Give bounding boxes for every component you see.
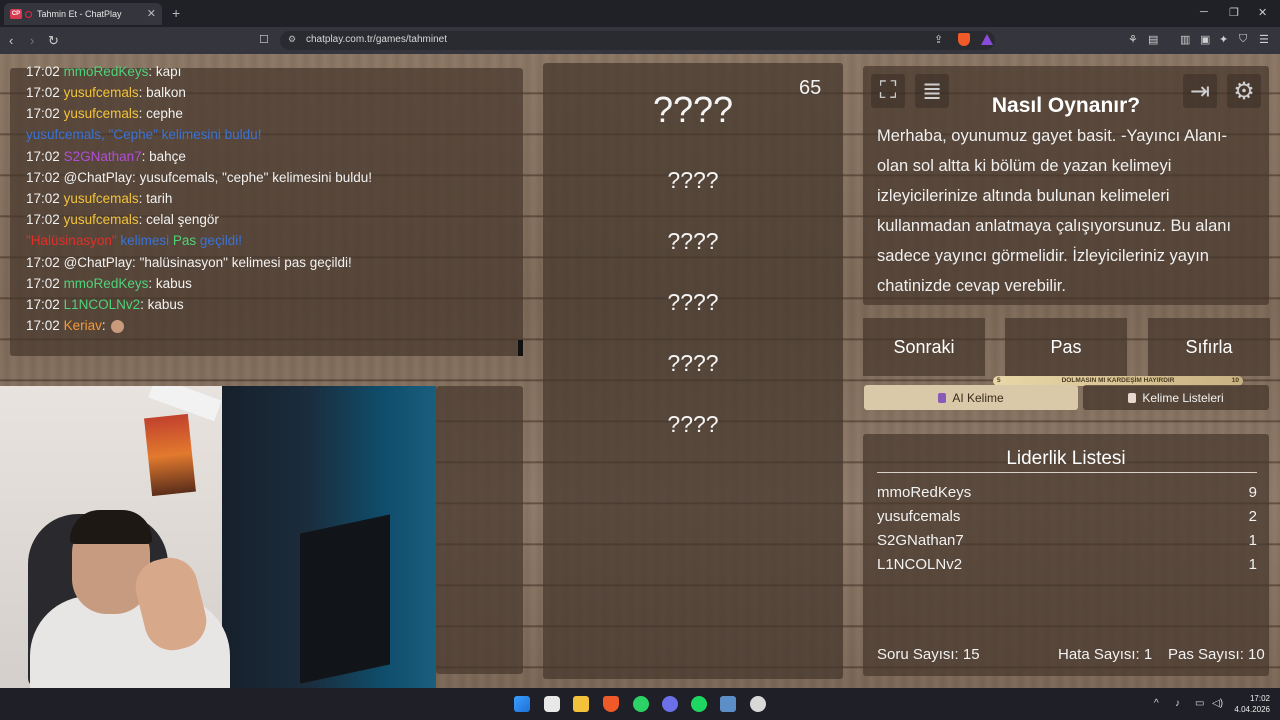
leaderboard-row: mmoRedKeys 9 [877,484,1257,501]
pass-button[interactable]: Pas [1005,318,1127,376]
browser-tab-bar: CP Tahmin Et - ChatPlay ✕ + ─ ❐ ✕ [0,0,1280,27]
leaderboard-row: S2GNathan7 1 [877,532,1257,549]
wallet-icon[interactable]: ▣ [1200,33,1210,46]
system-found-message: yusufcemals, "Cephe" kelimesini buldu! [26,127,262,142]
whatsapp-icon[interactable] [633,696,649,712]
start-icon[interactable] [514,696,530,712]
word-lists-button[interactable]: Kelime Listeleri [1083,385,1269,410]
url-field[interactable]: ⚙ chatplay.com.tr/games/tahminet [280,31,995,50]
share-icon[interactable]: ⇪ [934,33,943,46]
volume-icon[interactable]: ◁) [1212,698,1223,709]
brave-rewards-icon[interactable] [981,34,993,45]
webcam-overlay [0,386,436,688]
recording-icon [25,10,32,18]
system-clock[interactable]: 17:02 4.04.2026 [1230,693,1270,715]
list-icon [1128,392,1137,403]
system-pass-message: "Halüsinasyon" kelimesi Pas geçildi! [26,233,242,248]
error-count: Hata Sayısı: 1 [1058,646,1153,663]
how-to-play-title: Nasıl Oynanır? [991,94,1141,117]
microphone-icon[interactable]: ♪ [1175,698,1180,709]
main-word: ???? [652,89,734,130]
chat-message: 17:02 yusufcemals: balkon [26,85,186,100]
file-explorer-icon[interactable] [573,696,589,712]
chat-message: 17:02 mmoRedKeys: kabus [26,276,192,291]
close-window-icon[interactable]: ✕ [1258,6,1267,19]
leaderboard-panel: Liderlik Listesi mmoRedKeys 9 yusufcemals… [863,434,1269,676]
forbidden-word: ???? [667,289,719,315]
discord-icon[interactable] [662,696,678,712]
forbidden-word: ???? [667,350,719,376]
reload-icon[interactable]: ↻ [48,33,59,49]
divider [877,472,1257,473]
bookmark-icon[interactable]: ☐ [259,33,269,46]
monitor [300,514,390,684]
brave-shield-icon[interactable] [958,33,970,46]
ai-word-button[interactable]: AI Kelime [864,385,1078,410]
chat-message: 17:02 mmoRedKeys: kapı [26,64,182,79]
site-info-icon[interactable]: ⚙ [288,34,296,45]
chat-message: 17:02 yusufcemals: cephe [26,106,183,121]
chat-message: 17:02 L1NCOLNv2: kabus [26,297,184,312]
obs-icon[interactable] [750,696,766,712]
banner-text: DOLMASIN MI KARDEŞİM HAYIRDIR [1061,377,1175,384]
chat-scrollbar[interactable] [518,340,523,356]
chat-message: 17:02 @ChatPlay: yusufcemals, "cephe" ke… [26,170,373,185]
painting [144,413,196,497]
forbidden-word: ???? [667,228,719,254]
streamer-hair [70,510,152,544]
how-to-play-panel: ⛶ ≣ ⇥ ⚙ Nasıl Oynanır? Merhaba, oyunumuz… [863,66,1269,305]
leaderboard-title: Liderlik Listesi [1006,448,1126,469]
back-icon[interactable]: ‹ [9,33,13,48]
chat-message: 17:02 yusufcemals: celal şengör [26,212,219,227]
url-text: chatplay.com.tr/games/tahminet [306,34,447,45]
question-count: Soru Sayısı: 15 [877,646,980,663]
chat-message: 17:02 Keriav: [26,318,125,333]
chat-message: 17:02 S2GNathan7: bahçe [26,149,186,164]
maximize-icon[interactable]: ❐ [1229,6,1239,19]
minimize-icon[interactable]: ─ [1200,6,1208,18]
next-button[interactable]: Sonraki [863,318,985,376]
menu-icon[interactable]: ☰ [1259,33,1269,46]
forbidden-word: ???? [667,167,719,193]
streamer-area-panel [436,386,523,674]
how-to-play-text: Merhaba, oyunumuz gayet basit. -Yayıncı … [877,127,1232,295]
brave-browser-icon[interactable] [603,696,619,712]
pass-count: Pas Sayısı: 10 [1168,646,1265,663]
spotify-icon[interactable] [691,696,707,712]
chat-message: 17:02 @ChatPlay: "halüsinasyon" kelimesi… [26,255,352,270]
browser-tab[interactable]: CP Tahmin Et - ChatPlay ✕ [4,3,162,25]
sidebar-icon[interactable]: ▥ [1180,33,1190,46]
windows-taskbar: ^ ♪ ▭ ◁) 17:02 4.04.2026 [0,688,1280,720]
vpn-icon[interactable]: ⛉ [1239,33,1247,46]
address-bar-row: ‹ › ↻ ☐ ⚙ chatplay.com.tr/games/tahminet… [0,27,1280,54]
reset-button[interactable]: Sıfırla [1148,318,1270,376]
leaderboard-row: L1NCOLNv2 1 [877,556,1257,573]
new-tab-icon[interactable]: + [172,5,180,21]
app-icon[interactable] [544,696,560,712]
chat-message: 17:02 yusufcemals: tarih [26,191,173,206]
display-icon[interactable]: ▭ [1195,698,1204,709]
tray-chevron-icon[interactable]: ^ [1154,698,1159,709]
media-icon[interactable]: ▤ [1148,33,1158,46]
tab-title: Tahmin Et - ChatPlay [37,9,122,19]
leo-icon[interactable]: ✦ [1219,33,1228,46]
close-tab-icon[interactable]: ✕ [147,7,156,20]
word-panel: 65 ???? ???? ???? ???? ???? ???? [543,63,843,679]
ai-icon [938,392,947,403]
leaderboard-row: yusufcemals 2 [877,508,1257,525]
emote-icon [111,319,125,333]
forbidden-word: ???? [667,411,719,437]
chat-panel: 17:02 mmoRedKeys: kapı 17:02 yusufcemals… [10,64,523,356]
chatplay-favicon: CP [10,9,22,19]
forward-icon[interactable]: › [30,33,34,48]
network-app-icon[interactable] [720,696,736,712]
extensions-icon[interactable]: ⚘ [1128,33,1138,46]
